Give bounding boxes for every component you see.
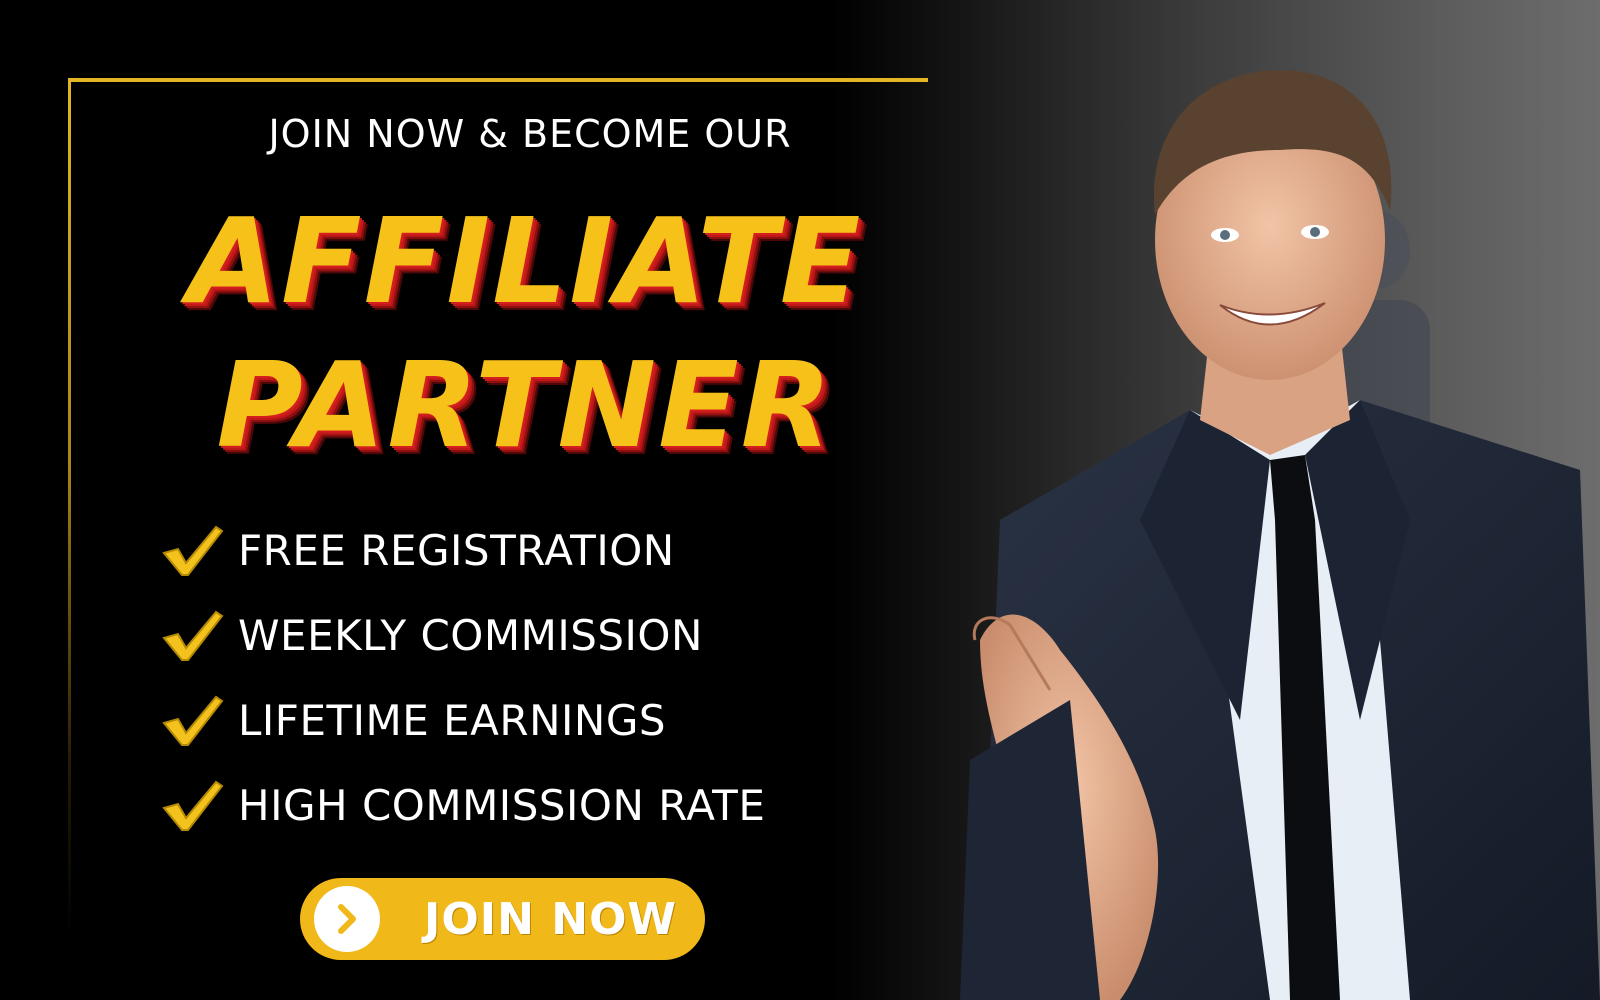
affiliate-banner: JOIN NOW & BECOME OUR AFFILIATE PARTNER … [0,0,1600,1000]
gold-frame-left-line [68,78,71,938]
join-now-label: JOIN NOW [424,893,678,945]
benefit-item: HIGH COMMISSION RATE [158,763,878,848]
checkmark-icon [162,610,224,661]
checkmark-icon [162,695,224,746]
join-now-button[interactable]: JOIN NOW [300,878,705,960]
benefit-label: FREE REGISTRATION [238,526,675,575]
benefits-list: FREE REGISTRATION WEEKLY COMMISSION LIFE… [158,508,878,848]
checkmark-icon [162,780,224,831]
benefit-item: LIFETIME EARNINGS [158,678,878,763]
businessman-photo [940,0,1600,1000]
benefit-item: WEEKLY COMMISSION [158,593,878,678]
gold-frame-top-line [68,78,928,82]
headline-line-2: PARTNER [216,336,834,474]
headline-line-1: AFFILIATE [187,192,863,330]
benefit-item: FREE REGISTRATION [158,508,878,593]
checkmark-icon [162,525,224,576]
benefit-label: HIGH COMMISSION RATE [238,781,766,830]
benefit-label: WEEKLY COMMISSION [238,611,703,660]
eyebrow-text: JOIN NOW & BECOME OUR [268,112,792,156]
chevron-right-icon [314,886,380,952]
benefit-label: LIFETIME EARNINGS [238,696,667,745]
